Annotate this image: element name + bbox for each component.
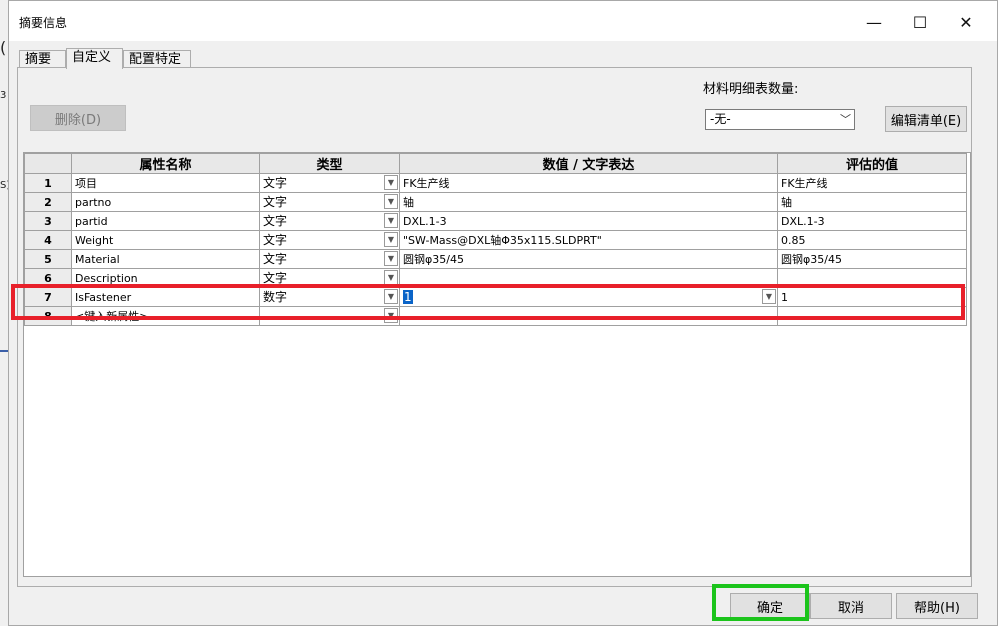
value-cell[interactable]: 圆钢φ35/45 bbox=[399, 249, 778, 269]
chevron-down-icon[interactable]: ▼ bbox=[384, 194, 398, 209]
value-cell[interactable]: FK生产线 bbox=[399, 173, 778, 193]
bom-qty-label: 材料明细表数量: bbox=[703, 82, 799, 97]
property-name-cell[interactable]: partid bbox=[71, 211, 260, 231]
help-button[interactable]: 帮助(H) bbox=[896, 593, 978, 619]
header-value-expression[interactable]: 数值 / 文字表达 bbox=[399, 153, 778, 174]
tab-config-specific[interactable]: 配置特定 bbox=[123, 50, 191, 68]
type-value: 数字 bbox=[263, 290, 288, 304]
value-cell[interactable]: 轴 bbox=[399, 192, 778, 212]
type-value: 文字 bbox=[263, 252, 288, 266]
table-row[interactable]: 1 项目 文字 ▼ FK生产线 FK生产线 bbox=[24, 173, 967, 193]
table-header-row: 属性名称 类型 数值 / 文字表达 评估的值 bbox=[24, 153, 967, 174]
value-input[interactable]: 1 bbox=[403, 290, 413, 304]
chevron-down-icon[interactable]: ▼ bbox=[384, 289, 398, 304]
type-cell[interactable]: 文字 ▼ bbox=[259, 230, 400, 250]
row-number[interactable]: 5 bbox=[24, 249, 72, 269]
property-name-cell[interactable]: Description bbox=[71, 268, 260, 288]
row-number[interactable]: 3 bbox=[24, 211, 72, 231]
evaluated-value-cell: FK生产线 bbox=[777, 173, 967, 193]
property-name-cell[interactable]: Weight bbox=[71, 230, 260, 250]
type-cell[interactable]: 文字 ▼ bbox=[259, 268, 400, 288]
tab-custom[interactable]: 自定义 bbox=[66, 48, 123, 69]
tab-summary[interactable]: 摘要 bbox=[19, 50, 66, 68]
cancel-button[interactable]: 取消 bbox=[810, 593, 892, 619]
property-name-cell[interactable]: partno bbox=[71, 192, 260, 212]
chevron-down-icon[interactable]: ▼ bbox=[384, 175, 398, 190]
delete-button[interactable]: 删除(D) bbox=[30, 105, 126, 131]
type-cell[interactable]: 文字 ▼ bbox=[259, 249, 400, 269]
property-name-cell[interactable]: Material bbox=[71, 249, 260, 269]
type-cell[interactable]: ▼ bbox=[259, 306, 400, 326]
value-cell[interactable]: DXL.1-3 bbox=[399, 211, 778, 231]
title-bar: 摘要信息 — ☐ ✕ bbox=[9, 1, 997, 41]
bom-qty-value: -无- bbox=[710, 112, 731, 126]
evaluated-value-cell: DXL.1-3 bbox=[777, 211, 967, 231]
value-cell[interactable] bbox=[399, 268, 778, 288]
header-evaluated-value[interactable]: 评估的值 bbox=[777, 153, 967, 174]
edit-list-button[interactable]: 编辑清单(E) bbox=[885, 106, 967, 132]
type-cell[interactable]: 数字 ▼ bbox=[259, 287, 400, 307]
table-row[interactable]: 4 Weight 文字 ▼ "SW-Mass@DXL轴Φ35x115.SLDPRT… bbox=[24, 230, 967, 250]
table-row[interactable]: 3 partid 文字 ▼ DXL.1-3 DXL.1-3 bbox=[24, 211, 967, 231]
row-number[interactable]: 6 bbox=[24, 268, 72, 288]
row-number[interactable]: 4 bbox=[24, 230, 72, 250]
maximize-button[interactable]: ☐ bbox=[897, 6, 943, 38]
evaluated-value-cell: 0.85 bbox=[777, 230, 967, 250]
property-name-cell[interactable]: 项目 bbox=[71, 173, 260, 193]
background-fragment: ( bbox=[0, 38, 7, 57]
evaluated-value-cell: 1 bbox=[777, 287, 967, 307]
type-value: 文字 bbox=[263, 214, 288, 228]
chevron-down-icon[interactable]: ▼ bbox=[384, 270, 398, 285]
chevron-down-icon: ﹀ bbox=[840, 113, 851, 126]
ok-button[interactable]: 确定 bbox=[730, 593, 810, 619]
type-cell[interactable]: 文字 ▼ bbox=[259, 211, 400, 231]
properties-table: 属性名称 类型 数值 / 文字表达 评估的值 1 项目 文字 ▼ FK生产线 FK… bbox=[24, 153, 967, 326]
evaluated-value-cell: 圆钢φ35/45 bbox=[777, 249, 967, 269]
type-value: 文字 bbox=[263, 271, 288, 285]
row-number[interactable]: 8 bbox=[24, 306, 72, 326]
table-row-selected[interactable]: 7 IsFastener 数字 ▼ 1 ▼ 1 bbox=[24, 287, 967, 307]
value-cell[interactable] bbox=[399, 306, 778, 326]
header-property-name[interactable]: 属性名称 bbox=[71, 153, 260, 174]
close-button[interactable]: ✕ bbox=[943, 6, 989, 38]
custom-properties-grid: 属性名称 类型 数值 / 文字表达 评估的值 1 项目 文字 ▼ FK生产线 FK… bbox=[23, 152, 971, 577]
row-number[interactable]: 7 bbox=[24, 287, 72, 307]
type-value: 文字 bbox=[263, 195, 288, 209]
chevron-down-icon[interactable]: ▼ bbox=[762, 289, 776, 304]
background-fragment: 3 bbox=[0, 90, 7, 101]
minimize-icon: — bbox=[866, 12, 882, 32]
row-number[interactable]: 1 bbox=[24, 173, 72, 193]
corner-header bbox=[24, 153, 72, 174]
chevron-down-icon[interactable]: ▼ bbox=[384, 232, 398, 247]
type-cell[interactable]: 文字 ▼ bbox=[259, 173, 400, 193]
background-line bbox=[0, 350, 8, 352]
chevron-down-icon[interactable]: ▼ bbox=[384, 308, 398, 323]
custom-tab-panel: 删除(D) 材料明细表数量: -无- ﹀ 编辑清单(E) 属性名称 类型 数值 … bbox=[17, 67, 972, 587]
evaluated-value-cell bbox=[777, 306, 967, 326]
header-type[interactable]: 类型 bbox=[259, 153, 400, 174]
type-value: 文字 bbox=[263, 233, 288, 247]
table-row[interactable]: 5 Material 文字 ▼ 圆钢φ35/45 圆钢φ35/45 bbox=[24, 249, 967, 269]
value-cell-editing[interactable]: 1 ▼ bbox=[399, 287, 778, 307]
evaluated-value-cell bbox=[777, 268, 967, 288]
type-cell[interactable]: 文字 ▼ bbox=[259, 192, 400, 212]
property-name-cell[interactable]: IsFastener bbox=[71, 287, 260, 307]
window-title: 摘要信息 bbox=[19, 16, 68, 30]
maximize-icon: ☐ bbox=[912, 12, 928, 32]
new-property-cell[interactable]: <键入新属性> bbox=[71, 306, 260, 326]
chevron-down-icon[interactable]: ▼ bbox=[384, 251, 398, 266]
table-row[interactable]: 2 partno 文字 ▼ 轴 轴 bbox=[24, 192, 967, 212]
bom-qty-select[interactable]: -无- ﹀ bbox=[705, 109, 855, 130]
type-value: 文字 bbox=[263, 176, 288, 190]
table-row-new[interactable]: 8 <键入新属性> ▼ bbox=[24, 306, 967, 326]
minimize-button[interactable]: — bbox=[851, 6, 897, 38]
chevron-down-icon[interactable]: ▼ bbox=[384, 213, 398, 228]
close-icon: ✕ bbox=[959, 12, 973, 32]
value-cell[interactable]: "SW-Mass@DXL轴Φ35x115.SLDPRT" bbox=[399, 230, 778, 250]
evaluated-value-cell: 轴 bbox=[777, 192, 967, 212]
table-row[interactable]: 6 Description 文字 ▼ bbox=[24, 268, 967, 288]
row-number[interactable]: 2 bbox=[24, 192, 72, 212]
summary-info-dialog: 摘要信息 — ☐ ✕ 摘要 自定义 配置特定 删除(D) 材料明细表数量: -无… bbox=[8, 0, 998, 626]
